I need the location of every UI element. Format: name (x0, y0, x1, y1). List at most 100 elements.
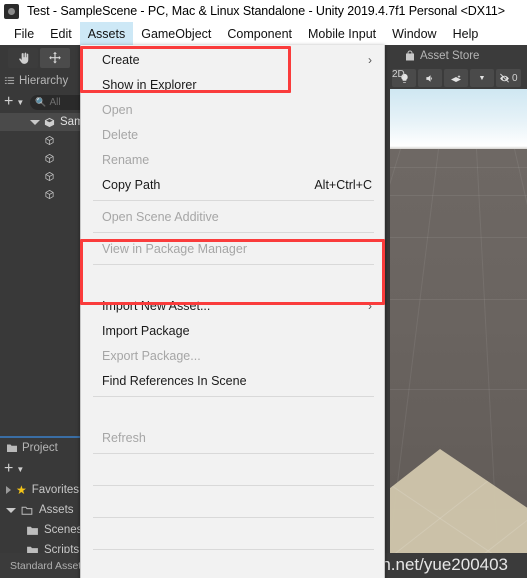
menu-help[interactable]: Help (445, 22, 487, 45)
menu-item-label: Create (102, 52, 140, 67)
folder-icon (27, 526, 38, 535)
hierarchy-item[interactable] (0, 167, 90, 185)
chevron-down-icon[interactable] (6, 507, 16, 513)
menu-item-import-package[interactable]: Import New Asset... › (81, 293, 384, 318)
menu-item-shortcut: Alt+Ctrl+C (314, 177, 372, 192)
menu-item-label: Refresh (102, 430, 146, 445)
move-tool-icon[interactable] (40, 48, 70, 68)
menu-item-label: Find References In Scene (102, 373, 247, 388)
scene-view-panel: Asset Store ▼ 0 2D (390, 45, 527, 578)
effects-icon[interactable] (444, 69, 468, 87)
menu-separator (93, 517, 374, 518)
search-icon: 🔍 (35, 96, 47, 107)
scene-viewport[interactable] (390, 89, 527, 578)
menu-mobile-input[interactable]: Mobile Input (300, 22, 384, 45)
hierarchy-panel: Hierarchy + ▼ 🔍 All SampleScene (0, 71, 90, 436)
cube-icon (45, 171, 54, 181)
menu-item-run-api-updater (81, 521, 384, 546)
menu-item-label: Import New Asset... (102, 298, 211, 313)
menu-item-reimport-all[interactable] (81, 457, 384, 482)
chevron-down-icon[interactable]: ▼ (16, 98, 24, 107)
folder-icon (7, 444, 17, 452)
scene-mode-badge[interactable]: 2D (392, 69, 405, 80)
scene-view-toolbar: ▼ 0 (390, 67, 527, 89)
menu-item-open-scene-additive: Open Scene Additive (81, 204, 384, 229)
menu-separator (93, 485, 374, 486)
hierarchy-create-button[interactable]: + (4, 94, 13, 110)
chevron-right-icon[interactable] (6, 486, 11, 494)
tab-asset-store[interactable]: Asset Store (390, 45, 527, 67)
title-bar: Test - SampleScene - PC, Mac & Linux Sta… (0, 0, 527, 22)
editor-toolbar (0, 45, 90, 71)
menu-gameobject[interactable]: GameObject (133, 22, 219, 45)
menu-item-reimport: Refresh (81, 425, 384, 450)
tab-hierarchy[interactable]: Hierarchy (0, 71, 90, 91)
chevron-down-icon[interactable] (30, 119, 40, 125)
menu-separator (93, 453, 374, 454)
menu-item-label: Import Package (102, 323, 190, 338)
tab-hierarchy-label: Hierarchy (19, 75, 69, 87)
menu-item-extract-from-prefab[interactable] (81, 489, 384, 514)
menu-item-label: Export Package... (102, 348, 201, 363)
menu-item-label: View in Package Manager (102, 241, 247, 256)
menu-assets[interactable]: Assets (79, 22, 134, 45)
project-item-label: Favorites (31, 484, 80, 496)
chevron-right-icon: › (368, 298, 372, 313)
menu-item-update-uielements-schema[interactable] (81, 553, 384, 578)
chevron-down-icon[interactable]: ▼ (470, 69, 494, 87)
menu-component[interactable]: Component (219, 22, 300, 45)
menu-item-find-references-in-scene: Export Package... (81, 343, 384, 368)
gizmos-count: 0 (512, 72, 518, 84)
menu-separator (93, 200, 374, 201)
menu-separator (93, 549, 374, 550)
menu-item-refresh[interactable] (81, 400, 384, 425)
audio-icon[interactable] (418, 69, 442, 87)
scene-ground (390, 148, 527, 578)
hand-tool-icon[interactable] (8, 48, 38, 68)
menu-bar: File Edit Assets GameObject Component Mo… (0, 22, 527, 45)
assets-dropdown-menu: Create › Show in Explorer Open Delete Re… (80, 45, 385, 578)
cube-icon (45, 189, 54, 199)
project-item-label: Assets (39, 504, 74, 516)
menu-item-show-in-explorer[interactable]: Show in Explorer (81, 72, 384, 97)
menu-separator (93, 396, 374, 397)
menu-item-label: Show in Explorer (102, 77, 197, 92)
hierarchy-scene-row[interactable]: SampleScene (0, 113, 90, 131)
menu-item-create[interactable]: Create › (81, 47, 384, 72)
menu-item-import-new-asset[interactable] (81, 268, 384, 293)
status-left-text: Standard Assets (10, 559, 87, 572)
project-create-button[interactable]: + (4, 461, 13, 477)
menu-item-copy-path[interactable]: Copy Path Alt+Ctrl+C (81, 172, 384, 197)
unity-icon (4, 3, 19, 19)
scene-icon (44, 117, 55, 127)
menu-item-delete: Delete (81, 122, 384, 147)
cube-icon (45, 153, 54, 163)
menu-item-label: Copy Path (102, 177, 161, 192)
tab-asset-store-label: Asset Store (420, 50, 480, 62)
menu-item-label: Open Scene Additive (102, 209, 219, 224)
hierarchy-item[interactable] (0, 185, 90, 203)
menu-file[interactable]: File (6, 22, 42, 45)
hierarchy-toolbar: + ▼ 🔍 All (0, 91, 90, 113)
menu-window[interactable]: Window (384, 22, 444, 45)
hierarchy-item[interactable] (0, 131, 90, 149)
shopping-bag-icon (406, 50, 414, 61)
folder-open-icon (21, 506, 33, 515)
menu-item-open: Open (81, 97, 384, 122)
cube-icon (45, 135, 54, 145)
hierarchy-search-placeholder: All (49, 96, 61, 108)
unity-editor-window: Test - SampleScene - PC, Mac & Linux Sta… (0, 0, 527, 578)
menu-item-rename: Rename (81, 147, 384, 172)
project-item-label: Scenes (44, 524, 83, 536)
tab-project-label: Project (22, 442, 58, 454)
hierarchy-item[interactable] (0, 149, 90, 167)
menu-item-select-dependencies[interactable]: Find References In Scene (81, 368, 384, 393)
menu-item-export-package[interactable]: Import Package (81, 318, 384, 343)
star-icon: ★ (16, 483, 27, 497)
chevron-down-icon[interactable]: ▼ (16, 465, 24, 474)
menu-edit[interactable]: Edit (42, 22, 80, 45)
menu-item-label: Open (102, 102, 133, 117)
gizmos-toggle[interactable]: 0 (496, 69, 521, 87)
menu-separator (93, 264, 374, 265)
menu-item-label: Rename (102, 152, 150, 167)
